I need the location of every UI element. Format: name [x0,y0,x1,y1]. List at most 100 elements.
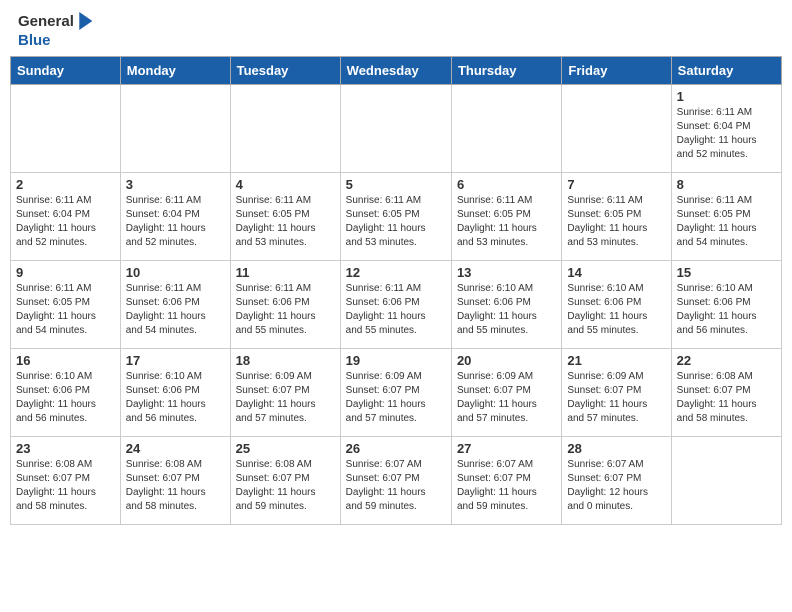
logo-icon [76,10,94,32]
day-number: 12 [346,265,446,280]
day-info: Sunrise: 6:09 AM Sunset: 6:07 PM Dayligh… [236,370,335,426]
calendar-header: SundayMondayTuesdayWednesdayThursdayFrid… [11,57,782,85]
calendar-cell: 5 Sunrise: 6:11 AM Sunset: 6:05 PM Daylig… [340,173,451,261]
calendar-cell: 16 Sunrise: 6:10 AM Sunset: 6:06 PM Dayli… [11,349,121,437]
day-info: Sunrise: 6:11 AM Sunset: 6:05 PM Dayligh… [236,194,335,250]
day-of-week-header: Tuesday [230,57,340,85]
day-number: 14 [567,265,665,280]
day-number: 22 [677,353,776,368]
calendar-cell [451,85,561,173]
calendar-cell [230,85,340,173]
calendar-cell: 1 Sunrise: 6:11 AM Sunset: 6:04 PM Daylig… [671,85,781,173]
calendar-cell: 7 Sunrise: 6:11 AM Sunset: 6:05 PM Daylig… [562,173,671,261]
day-number: 21 [567,353,665,368]
page-header: General Blue [0,0,792,56]
day-info: Sunrise: 6:07 AM Sunset: 6:07 PM Dayligh… [346,458,446,514]
calendar-cell: 2 Sunrise: 6:11 AM Sunset: 6:04 PM Daylig… [11,173,121,261]
day-info: Sunrise: 6:08 AM Sunset: 6:07 PM Dayligh… [126,458,225,514]
day-number: 28 [567,441,665,456]
calendar-cell [11,85,121,173]
day-of-week-header: Wednesday [340,57,451,85]
day-of-week-header: Sunday [11,57,121,85]
day-info: Sunrise: 6:11 AM Sunset: 6:04 PM Dayligh… [126,194,225,250]
day-number: 24 [126,441,225,456]
logo-text-general: General [18,13,74,31]
calendar-cell: 14 Sunrise: 6:10 AM Sunset: 6:06 PM Dayli… [562,261,671,349]
day-number: 4 [236,177,335,192]
calendar-cell: 19Sunrise: 6:09 AM Sunset: 6:07 PM Dayli… [340,349,451,437]
calendar-cell [340,85,451,173]
day-number: 1 [677,89,776,104]
calendar-cell: 13Sunrise: 6:10 AM Sunset: 6:06 PM Dayli… [451,261,561,349]
day-number: 8 [677,177,776,192]
calendar-cell: 27 Sunrise: 6:07 AM Sunset: 6:07 PM Dayli… [451,437,561,525]
day-info: Sunrise: 6:11 AM Sunset: 6:04 PM Dayligh… [16,194,115,250]
calendar-cell: 9Sunrise: 6:11 AM Sunset: 6:05 PM Daylig… [11,261,121,349]
day-number: 26 [346,441,446,456]
calendar-container: SundayMondayTuesdayWednesdayThursdayFrid… [0,56,792,535]
calendar-week-row: 23 Sunrise: 6:08 AM Sunset: 6:07 PM Dayli… [11,437,782,525]
calendar-cell: 12 Sunrise: 6:11 AM Sunset: 6:06 PM Dayli… [340,261,451,349]
calendar-cell: 28 Sunrise: 6:07 AM Sunset: 6:07 PM Dayli… [562,437,671,525]
day-number: 20 [457,353,556,368]
day-number: 18 [236,353,335,368]
day-info: Sunrise: 6:09 AM Sunset: 6:07 PM Dayligh… [567,370,665,426]
day-info: Sunrise: 6:11 AM Sunset: 6:06 PM Dayligh… [126,282,225,338]
day-info: Sunrise: 6:11 AM Sunset: 6:05 PM Dayligh… [567,194,665,250]
day-info: Sunrise: 6:10 AM Sunset: 6:06 PM Dayligh… [567,282,665,338]
calendar-week-row: 1 Sunrise: 6:11 AM Sunset: 6:04 PM Daylig… [11,85,782,173]
day-number: 13 [457,265,556,280]
calendar-week-row: 2 Sunrise: 6:11 AM Sunset: 6:04 PM Daylig… [11,173,782,261]
day-number: 2 [16,177,115,192]
day-info: Sunrise: 6:11 AM Sunset: 6:06 PM Dayligh… [236,282,335,338]
calendar-cell: 20 Sunrise: 6:09 AM Sunset: 6:07 PM Dayli… [451,349,561,437]
day-number: 5 [346,177,446,192]
calendar-week-row: 16 Sunrise: 6:10 AM Sunset: 6:06 PM Dayli… [11,349,782,437]
calendar-week-row: 9Sunrise: 6:11 AM Sunset: 6:05 PM Daylig… [11,261,782,349]
day-info: Sunrise: 6:11 AM Sunset: 6:05 PM Dayligh… [677,194,776,250]
calendar-cell [671,437,781,525]
calendar-cell: 25Sunrise: 6:08 AM Sunset: 6:07 PM Dayli… [230,437,340,525]
calendar-cell: 24 Sunrise: 6:08 AM Sunset: 6:07 PM Dayli… [120,437,230,525]
calendar-cell: 17 Sunrise: 6:10 AM Sunset: 6:06 PM Dayli… [120,349,230,437]
day-of-week-header: Saturday [671,57,781,85]
calendar-cell: 6 Sunrise: 6:11 AM Sunset: 6:05 PM Daylig… [451,173,561,261]
calendar-cell: 15 Sunrise: 6:10 AM Sunset: 6:06 PM Dayli… [671,261,781,349]
calendar-cell: 23 Sunrise: 6:08 AM Sunset: 6:07 PM Dayli… [11,437,121,525]
calendar-cell: 8 Sunrise: 6:11 AM Sunset: 6:05 PM Daylig… [671,173,781,261]
day-number: 23 [16,441,115,456]
day-number: 6 [457,177,556,192]
calendar-cell: 10Sunrise: 6:11 AM Sunset: 6:06 PM Dayli… [120,261,230,349]
day-info: Sunrise: 6:10 AM Sunset: 6:06 PM Dayligh… [677,282,776,338]
calendar-cell: 11Sunrise: 6:11 AM Sunset: 6:06 PM Dayli… [230,261,340,349]
day-info: Sunrise: 6:07 AM Sunset: 6:07 PM Dayligh… [457,458,556,514]
day-number: 15 [677,265,776,280]
day-info: Sunrise: 6:10 AM Sunset: 6:06 PM Dayligh… [16,370,115,426]
day-number: 7 [567,177,665,192]
day-number: 17 [126,353,225,368]
day-info: Sunrise: 6:08 AM Sunset: 6:07 PM Dayligh… [236,458,335,514]
calendar-cell: 26 Sunrise: 6:07 AM Sunset: 6:07 PM Dayli… [340,437,451,525]
day-info: Sunrise: 6:11 AM Sunset: 6:04 PM Dayligh… [677,106,776,162]
day-info: Sunrise: 6:09 AM Sunset: 6:07 PM Dayligh… [346,370,446,426]
calendar-cell: 4 Sunrise: 6:11 AM Sunset: 6:05 PM Daylig… [230,173,340,261]
day-info: Sunrise: 6:09 AM Sunset: 6:07 PM Dayligh… [457,370,556,426]
calendar-cell: 18 Sunrise: 6:09 AM Sunset: 6:07 PM Dayli… [230,349,340,437]
logo: General Blue [18,12,94,50]
day-info: Sunrise: 6:11 AM Sunset: 6:05 PM Dayligh… [346,194,446,250]
day-info: Sunrise: 6:11 AM Sunset: 6:06 PM Dayligh… [346,282,446,338]
day-number: 27 [457,441,556,456]
day-number: 16 [16,353,115,368]
calendar-cell [120,85,230,173]
logo-text-blue: Blue [18,32,94,50]
day-info: Sunrise: 6:08 AM Sunset: 6:07 PM Dayligh… [16,458,115,514]
day-number: 9 [16,265,115,280]
calendar-table: SundayMondayTuesdayWednesdayThursdayFrid… [10,56,782,525]
day-info: Sunrise: 6:07 AM Sunset: 6:07 PM Dayligh… [567,458,665,514]
day-number: 3 [126,177,225,192]
day-of-week-header: Friday [562,57,671,85]
day-info: Sunrise: 6:11 AM Sunset: 6:05 PM Dayligh… [457,194,556,250]
day-info: Sunrise: 6:10 AM Sunset: 6:06 PM Dayligh… [126,370,225,426]
day-of-week-header: Monday [120,57,230,85]
calendar-cell [562,85,671,173]
